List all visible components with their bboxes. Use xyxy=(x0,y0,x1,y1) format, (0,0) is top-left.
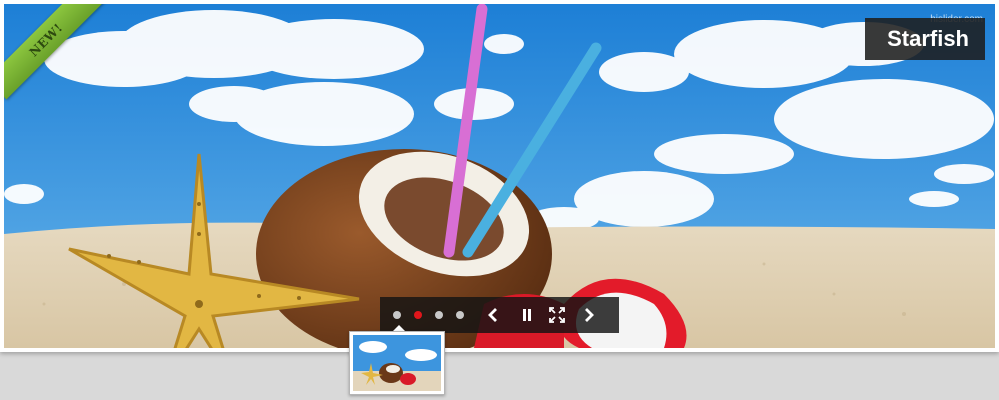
slider-controls xyxy=(380,297,619,333)
fullscreen-icon xyxy=(549,307,565,323)
pause-icon xyxy=(523,309,531,321)
slide-dot-3[interactable] xyxy=(435,311,443,319)
chevron-right-icon xyxy=(585,308,594,322)
prev-button[interactable] xyxy=(480,302,506,328)
chevron-left-icon xyxy=(488,308,497,322)
slide-caption: Starfish xyxy=(865,18,985,60)
thumbnail-image xyxy=(353,335,441,391)
slide-dot-2[interactable] xyxy=(414,311,422,319)
slide-thumbnail[interactable] xyxy=(349,331,445,395)
pause-button[interactable] xyxy=(514,302,540,328)
fullscreen-button[interactable] xyxy=(544,302,570,328)
slide-dot-1[interactable] xyxy=(393,311,401,319)
next-button[interactable] xyxy=(576,302,602,328)
slide-dot-4[interactable] xyxy=(456,311,464,319)
